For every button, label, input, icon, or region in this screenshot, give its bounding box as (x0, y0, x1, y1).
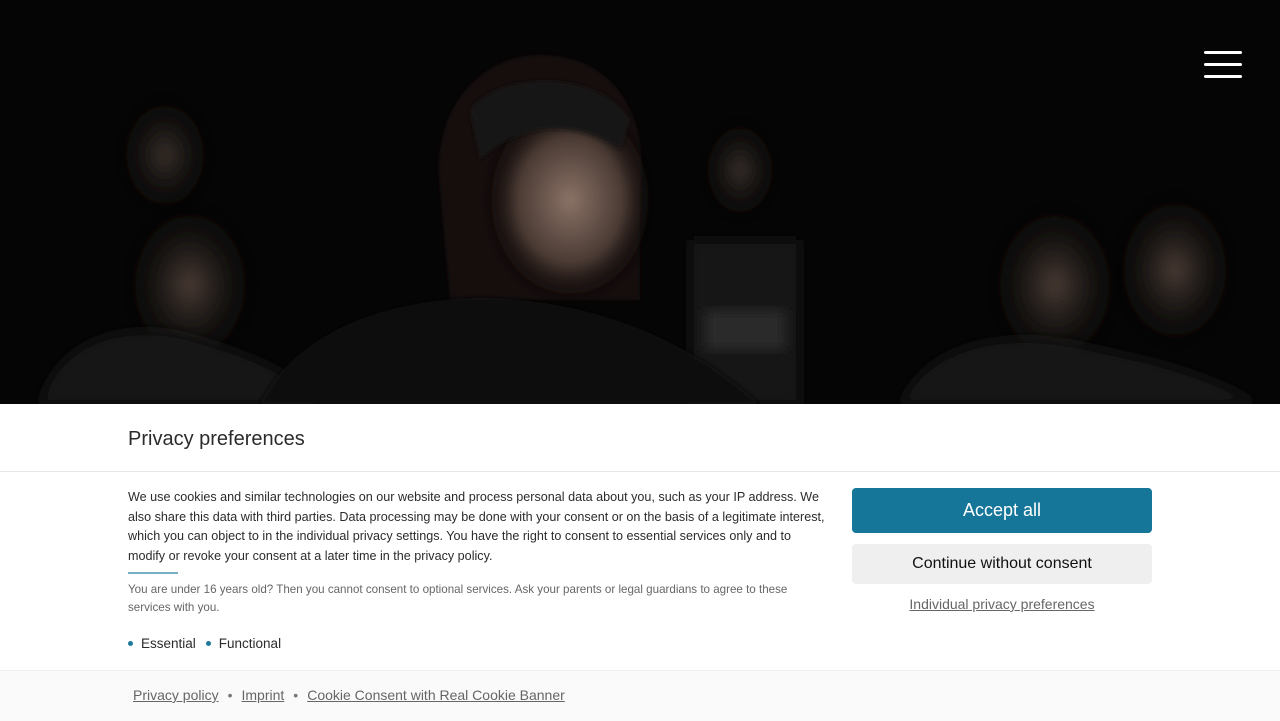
menu-line (1204, 63, 1242, 66)
banner-header: Privacy preferences (0, 404, 1280, 472)
bullet-dot-icon (128, 641, 133, 646)
cookie-consent-banner: Privacy preferences We use cookies and s… (0, 404, 1280, 721)
hero-photo (0, 0, 1280, 404)
hamburger-menu-icon[interactable] (1204, 50, 1244, 80)
service-group-label: Essential (141, 636, 196, 651)
menu-line (1204, 51, 1242, 54)
footer-separator: • (227, 687, 233, 703)
service-group-essential: Essential (128, 636, 196, 651)
footer-links: Privacy policy • Imprint • Cookie Consen… (133, 687, 565, 703)
banner-footer: Privacy policy • Imprint • Cookie Consen… (0, 670, 1280, 721)
privacy-policy-link[interactable]: Privacy policy (133, 687, 219, 703)
divider (128, 572, 178, 574)
individual-privacy-preferences-link[interactable]: Individual privacy preferences (852, 596, 1152, 612)
service-group-label: Functional (218, 636, 282, 651)
imprint-link[interactable]: Imprint (242, 687, 285, 703)
real-cookie-banner-link[interactable]: Cookie Consent with Real Cookie Banner (307, 687, 565, 703)
banner-description: We use cookies and similar technologies … (128, 490, 825, 563)
banner-title: Privacy preferences (128, 428, 305, 450)
age-note: You are under 16 years old? Then you can… (128, 583, 788, 614)
footer-separator: • (293, 687, 299, 703)
accept-all-button[interactable]: Accept all (852, 488, 1152, 533)
service-group-functional: Functional (205, 636, 282, 651)
service-groups: Essential Functional (128, 636, 281, 651)
continue-without-consent-button[interactable]: Continue without consent (852, 544, 1152, 584)
menu-line (1204, 75, 1242, 78)
hero-image (0, 0, 1280, 404)
bullet-dot-icon (205, 641, 211, 646)
